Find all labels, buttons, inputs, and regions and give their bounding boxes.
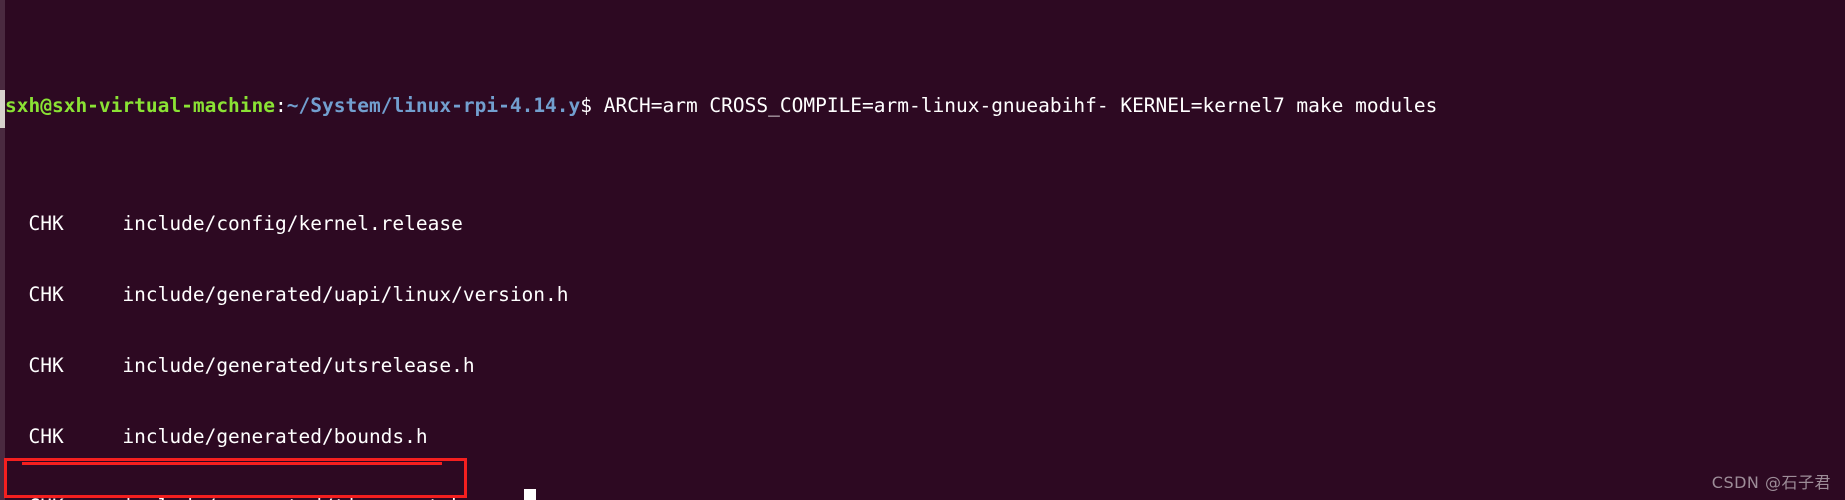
prompt-symbol: $ [580,94,593,118]
window-left-edge-highlight [0,90,5,128]
csdn-watermark: CSDN @石子君 [1711,473,1831,493]
window-left-edge [0,0,5,500]
prompt-line: sxh@sxh-virtual-machine:~/System/linux-r… [0,94,1845,118]
red-strikethrough-annotation [22,462,442,465]
terminal-window[interactable]: sxh@sxh-virtual-machine:~/System/linux-r… [0,0,1845,500]
command-text: ARCH=arm CROSS_COMPILE=arm-linux-gnueabi… [592,94,1438,118]
output-line: CHK include/generated/utsrelease.h [5,353,475,377]
prompt-user-host: sxh@sxh-virtual-machine [5,94,276,118]
output-line: CHK include/config/kernel.release [5,212,463,236]
output-line: CHK include/generated/bounds.h [5,424,428,448]
prompt-separator: : [275,94,287,118]
terminal-cursor [524,489,536,500]
output-line: CHK include/generated/uapi/linux/version… [5,283,569,307]
prompt-path: ~/System/linux-rpi-4.14.y [286,94,581,118]
terminal-output: sxh@sxh-virtual-machine:~/System/linux-r… [0,0,1845,500]
